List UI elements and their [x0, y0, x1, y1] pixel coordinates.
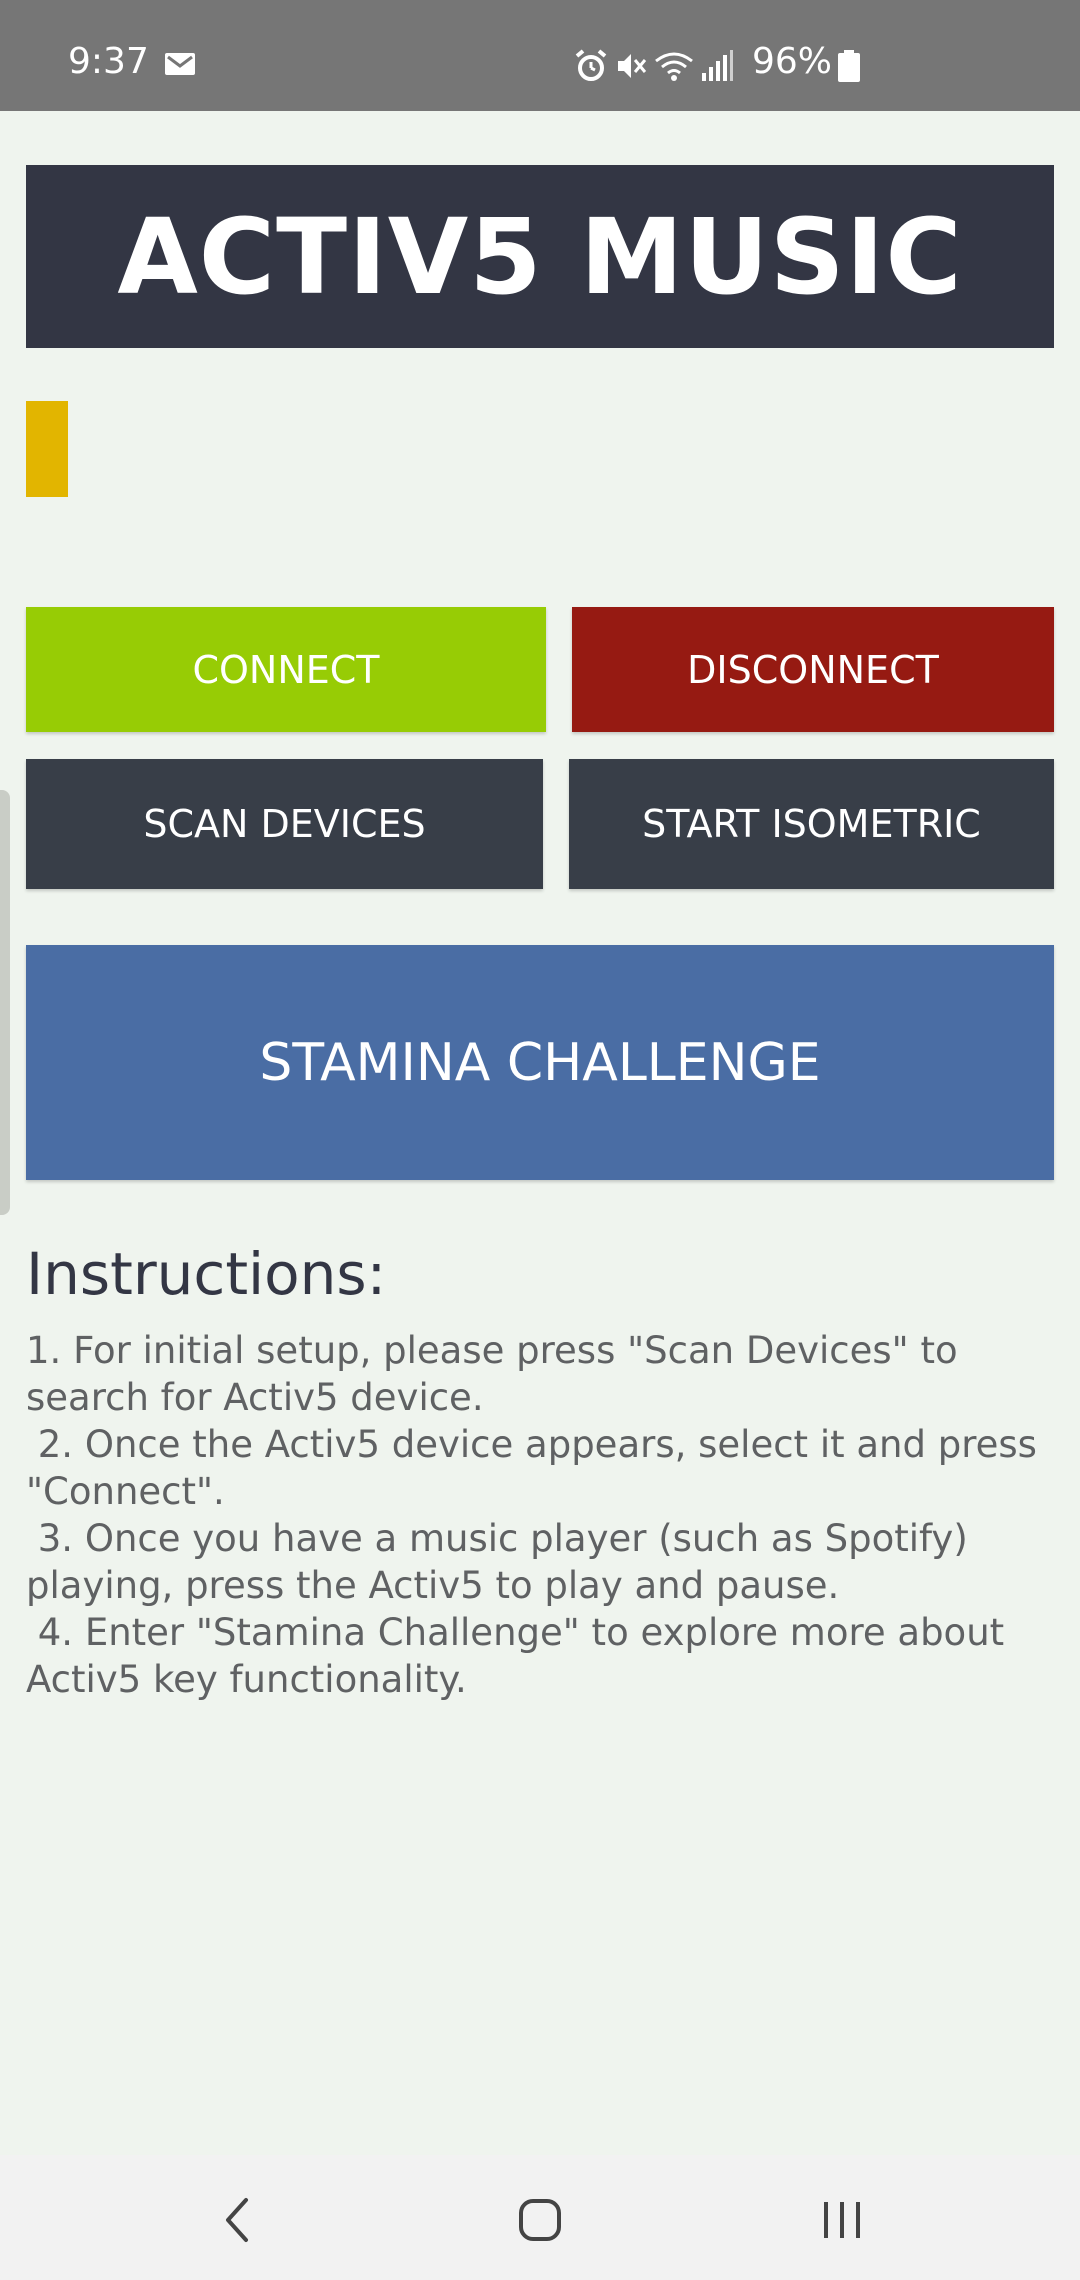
status-icons [574, 46, 740, 86]
instruction-step: 2. Once the Activ5 device appears, selec… [26, 1423, 1049, 1513]
back-icon [226, 2198, 248, 2242]
connect-button[interactable]: CONNECT [26, 607, 546, 732]
connect-button-label: CONNECT [192, 647, 380, 692]
instruction-step: 3. Once you have a music player (such as… [26, 1517, 980, 1607]
navigation-bar [0, 2155, 1080, 2280]
signal-icon [702, 50, 733, 81]
recents-icon [824, 2202, 860, 2238]
back-button[interactable] [198, 2185, 278, 2255]
scan-devices-button[interactable]: SCAN DEVICES [26, 759, 543, 889]
instruction-step: 4. Enter "Stamina Challenge" to explore … [26, 1611, 1016, 1701]
edge-panel-handle[interactable] [0, 790, 10, 1215]
instructions-heading: Instructions: [26, 1240, 387, 1308]
alarm-icon [575, 49, 607, 81]
mail-icon [165, 53, 195, 75]
battery-percentage: 96% [752, 41, 833, 82]
home-icon [519, 2199, 561, 2241]
recents-button[interactable] [802, 2185, 882, 2255]
disconnect-button-label: DISCONNECT [687, 647, 939, 692]
battery-icon [838, 50, 860, 82]
disconnect-button[interactable]: DISCONNECT [572, 607, 1054, 732]
status-time: 9:37 [68, 41, 149, 82]
status-bar: 9:37 96% [0, 0, 1080, 111]
app-title: ACTIV5 MUSIC [117, 195, 963, 318]
connection-status-indicator [26, 401, 68, 497]
mute-icon [618, 54, 647, 78]
wifi-icon [655, 52, 693, 81]
home-button[interactable] [500, 2185, 580, 2255]
start-isometric-button-label: START ISOMETRIC [642, 802, 981, 846]
scan-devices-button-label: SCAN DEVICES [143, 802, 426, 846]
instructions-text: 1. For initial setup, please press "Scan… [26, 1327, 1056, 1703]
stamina-challenge-button-label: STAMINA CHALLENGE [259, 1032, 821, 1093]
stamina-challenge-button[interactable]: STAMINA CHALLENGE [26, 945, 1054, 1180]
start-isometric-button[interactable]: START ISOMETRIC [569, 759, 1054, 889]
app-title-banner: ACTIV5 MUSIC [26, 165, 1054, 348]
instruction-step: 1. For initial setup, please press "Scan… [26, 1329, 970, 1419]
